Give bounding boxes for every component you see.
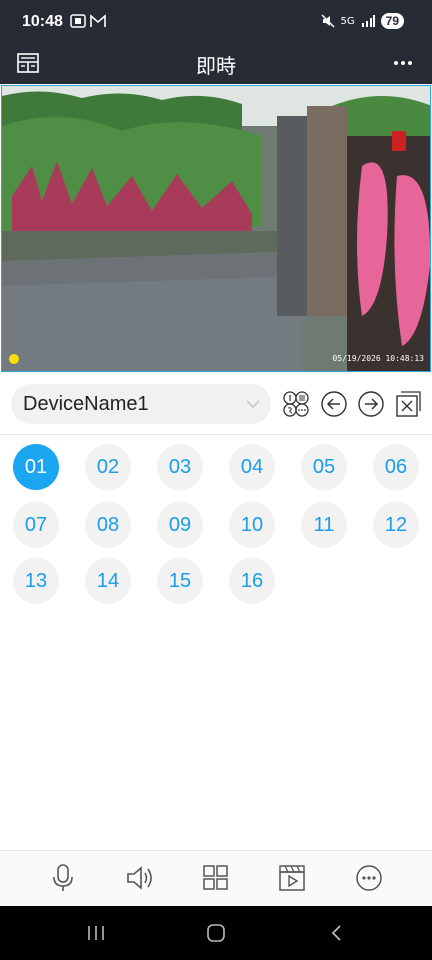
next-icon[interactable] — [357, 390, 385, 418]
channel-button[interactable]: 16 — [229, 558, 275, 604]
previous-icon[interactable] — [320, 390, 348, 418]
split-view-icon[interactable] — [282, 390, 310, 418]
channel-button[interactable]: 12 — [373, 502, 419, 548]
speaker-icon[interactable] — [125, 863, 155, 893]
channel-button[interactable]: 07 — [13, 502, 59, 548]
mute-icon — [320, 14, 335, 28]
channel-button[interactable]: 06 — [373, 444, 419, 490]
device-toolbar: DeviceName1 — [0, 376, 432, 435]
close-all-icon[interactable] — [394, 390, 422, 418]
page-title: 即時 — [196, 54, 236, 78]
recent-apps-icon[interactable] — [86, 924, 106, 942]
more-options-icon[interactable] — [355, 863, 383, 893]
recording-indicator — [9, 354, 19, 364]
playback-icon[interactable] — [278, 863, 306, 893]
channel-button[interactable]: 09 — [157, 502, 203, 548]
channel-button[interactable]: 03 — [157, 444, 203, 490]
bottom-toolbar — [0, 850, 432, 907]
device-name: DeviceName1 — [23, 393, 149, 415]
channel-button[interactable]: 05 — [301, 444, 347, 490]
channel-button[interactable]: 04 — [229, 444, 275, 490]
app-header: 即時 — [0, 44, 432, 84]
channel-button[interactable]: 10 — [229, 502, 275, 548]
channel-button[interactable]: 13 — [13, 558, 59, 604]
network-label: 5G — [340, 15, 355, 27]
home-icon[interactable] — [205, 924, 227, 942]
system-navigation-bar — [0, 906, 432, 960]
channel-button[interactable]: 01 — [13, 444, 59, 490]
battery-level: 79 — [380, 13, 404, 29]
channel-button[interactable]: 11 — [301, 502, 347, 548]
signal-icon — [361, 15, 375, 27]
screenshot-icon — [70, 14, 86, 28]
more-icon[interactable] — [392, 52, 414, 74]
channel-button[interactable]: 15 — [157, 558, 203, 604]
grid-icon[interactable] — [202, 863, 230, 893]
chevron-down-icon — [246, 400, 260, 409]
channel-button[interactable]: 02 — [85, 444, 131, 490]
status-bar: 10:48 5G 79 — [0, 0, 432, 44]
live-video[interactable]: 05/19/2026 10:48:13 — [1, 85, 431, 372]
status-time: 10:48 — [22, 13, 63, 30]
back-icon[interactable] — [328, 924, 346, 942]
video-timestamp: 05/19/2026 10:48:13 — [332, 354, 424, 363]
channel-button[interactable]: 14 — [85, 558, 131, 604]
channel-button[interactable]: 08 — [85, 502, 131, 548]
camera-view-image — [2, 86, 430, 371]
device-select[interactable]: DeviceName1 — [11, 384, 271, 424]
gmail-icon — [90, 14, 106, 27]
microphone-icon[interactable] — [50, 863, 76, 893]
